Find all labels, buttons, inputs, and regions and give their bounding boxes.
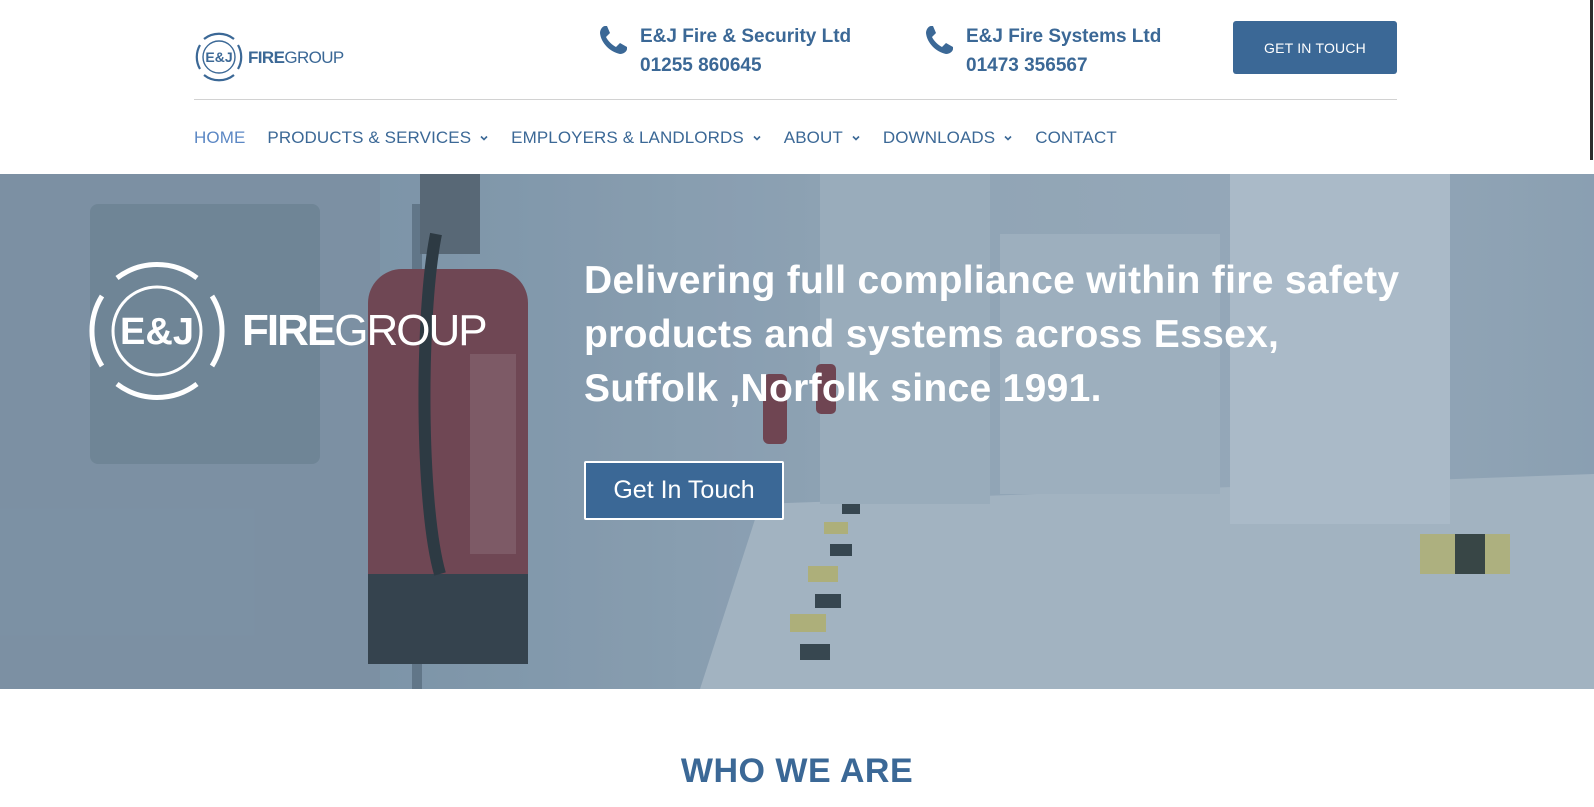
logo-emblem-icon: E&J bbox=[89, 262, 225, 400]
section-title-who-we-are: WHO WE ARE bbox=[680, 752, 914, 790]
nav-label: CONTACT bbox=[1035, 128, 1117, 147]
nav-item-employers-landlords[interactable]: EMPLOYERS & LANDLORDS bbox=[511, 128, 762, 148]
chevron-down-icon bbox=[480, 135, 488, 141]
main-nav: HOME PRODUCTS & SERVICES EMPLOYERS & LAN… bbox=[194, 125, 1139, 151]
contact-company: E&J Fire & Security Ltd bbox=[640, 26, 852, 47]
header-divider bbox=[194, 99, 1397, 100]
contact-fire-security: E&J Fire & Security Ltd 01255 860645 bbox=[598, 22, 851, 80]
logo-emblem-icon: E&J bbox=[195, 32, 243, 82]
nav-item-downloads[interactable]: DOWNLOADS bbox=[883, 128, 1013, 148]
phone-icon bbox=[926, 26, 953, 54]
hero-logo-wordmark: FIREGROUP bbox=[242, 306, 488, 355]
site-header: E&J FIREGROUP E&J Fire & Security Ltd 01… bbox=[0, 0, 1594, 100]
chevron-down-icon bbox=[852, 135, 860, 141]
hero-overlay bbox=[0, 174, 1594, 689]
contact-phone[interactable]: 01473 356567 bbox=[966, 51, 1161, 80]
logo-wordmark: FIREGROUP bbox=[248, 47, 344, 67]
hero-get-in-touch-button[interactable]: Get In Touch bbox=[584, 461, 784, 520]
scrollbar[interactable] bbox=[1590, 0, 1593, 160]
nav-label: DOWNLOADS bbox=[882, 128, 996, 147]
nav-item-about[interactable]: ABOUT bbox=[784, 128, 861, 148]
contact-phone[interactable]: 01255 860645 bbox=[640, 51, 851, 80]
nav-label: PRODUCTS & SERVICES bbox=[267, 128, 472, 147]
hero-logo: E&J FIREGROUP bbox=[82, 256, 488, 406]
nav-item-home[interactable]: HOME bbox=[194, 128, 245, 148]
chevron-down-icon bbox=[753, 135, 761, 141]
nav-item-contact[interactable]: CONTACT bbox=[1035, 128, 1117, 148]
nav-item-products-services[interactable]: PRODUCTS & SERVICES bbox=[267, 128, 489, 148]
contact-fire-systems: E&J Fire Systems Ltd 01473 356567 bbox=[924, 22, 1161, 80]
svg-text:E&J: E&J bbox=[120, 311, 194, 353]
hero-banner: E&J FIREGROUP Delivering full compliance… bbox=[0, 174, 1594, 689]
nav-label: ABOUT bbox=[783, 128, 843, 147]
get-in-touch-button[interactable]: GET IN TOUCH bbox=[1233, 21, 1397, 74]
contact-company: E&J Fire Systems Ltd bbox=[966, 26, 1162, 47]
nav-label: EMPLOYERS & LANDLORDS bbox=[511, 128, 744, 147]
hero-heading: Delivering full compliance within fire s… bbox=[584, 259, 1400, 410]
phone-icon bbox=[600, 26, 627, 54]
site-logo[interactable]: E&J FIREGROUP bbox=[194, 28, 344, 86]
svg-text:E&J: E&J bbox=[205, 49, 232, 65]
chevron-down-icon bbox=[1004, 135, 1012, 141]
nav-label: HOME bbox=[194, 128, 246, 147]
